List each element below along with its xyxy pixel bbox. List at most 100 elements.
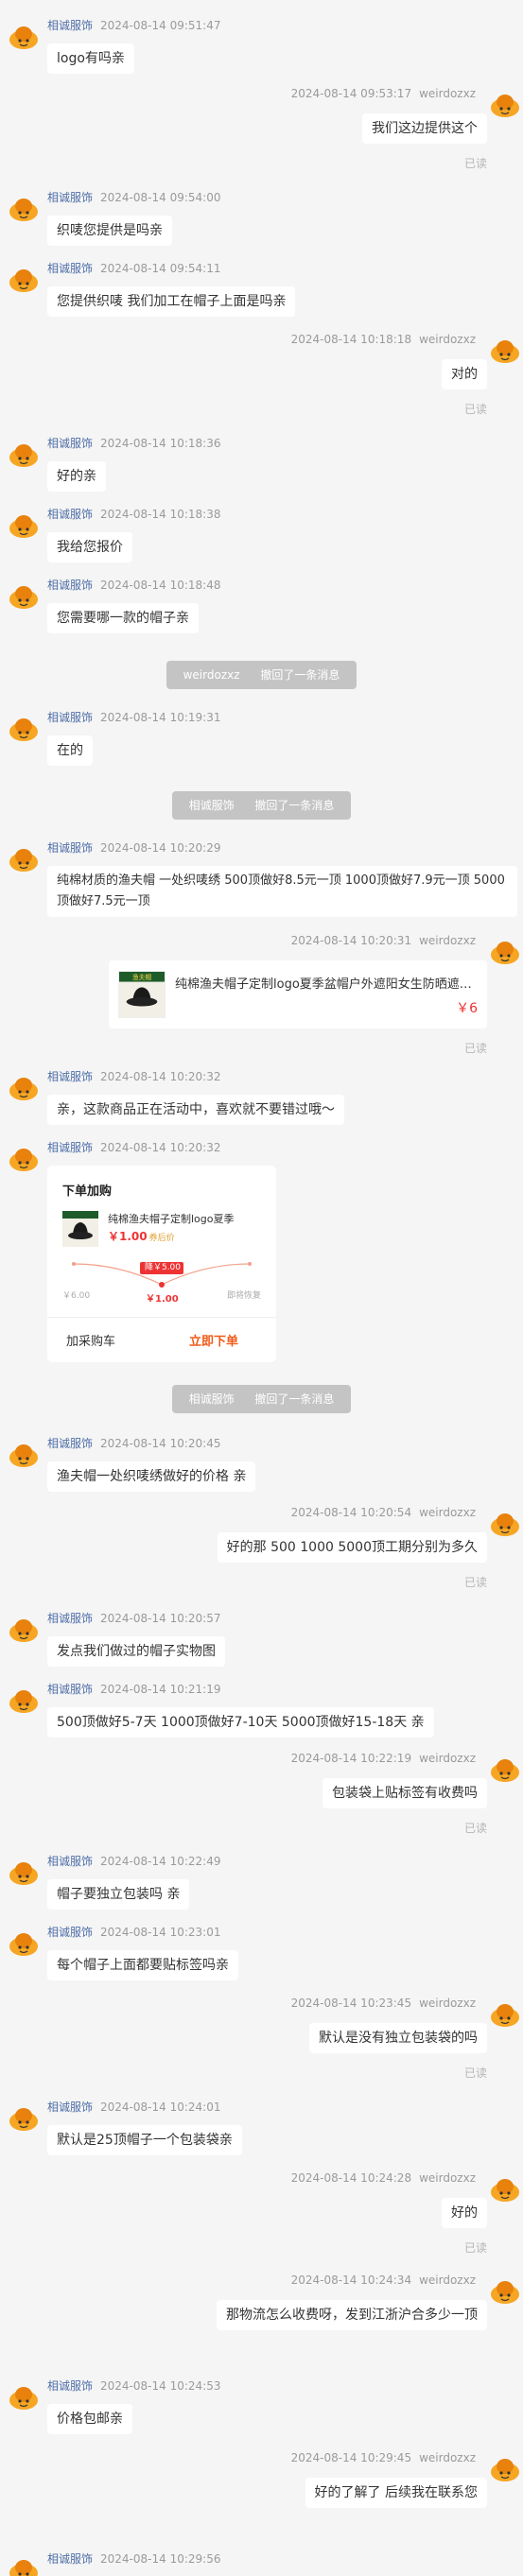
recall-actor: weirdozxz [174, 661, 249, 689]
shop-avatar[interactable] [8, 1439, 40, 1471]
timestamp: 2024-08-14 09:53:17 [290, 87, 412, 100]
message-bubble: 渔夫帽一处织唛绣做好的价格 亲 [47, 1461, 256, 1492]
customer-avatar[interactable] [489, 2173, 521, 2205]
hat-avatar-icon [491, 2281, 519, 2304]
sender-name: 相诚服饰 [47, 1141, 94, 1154]
add-to-cart-button[interactable]: 加采购车 [66, 1331, 115, 1349]
shop-avatar[interactable] [8, 1072, 40, 1104]
customer-avatar[interactable] [489, 1998, 521, 2031]
shop-avatar[interactable] [8, 713, 40, 745]
shop-avatar[interactable] [8, 2554, 40, 2576]
shop-avatar[interactable] [8, 510, 40, 542]
message-meta: 相诚服饰 2024-08-14 10:20:57 [47, 1610, 220, 1626]
message-bubble: 我给您报价 [47, 532, 132, 562]
product-card[interactable]: 渔夫帽 纯棉渔夫帽子定制logo夏季盆帽户外遮阳女生防晒遮阳... ￥6 [109, 960, 487, 1029]
customer-avatar[interactable] [489, 1508, 521, 1540]
sender-name: 相诚服饰 [47, 2379, 94, 2393]
message-meta: 2024-08-14 10:22:19 weirdozxz [291, 1752, 476, 1765]
sender-name: 相诚服饰 [47, 711, 94, 724]
customer-avatar[interactable] [489, 335, 521, 367]
timestamp: 2024-08-14 10:24:53 [100, 2379, 221, 2393]
sender-name: weirdozxz [419, 2273, 476, 2287]
message-bubble: 默认是25顶帽子一个包装袋亲 [47, 2125, 242, 2155]
message-bubble: 包装袋上贴标签有收费吗 [323, 1778, 487, 1808]
timestamp: 2024-08-14 10:18:18 [290, 333, 412, 346]
message-bubble: 默认是没有独立包装袋的吗 [309, 2023, 487, 2053]
shop-avatar[interactable] [8, 439, 40, 471]
shop-avatar[interactable] [8, 1614, 40, 1646]
shop-avatar[interactable] [8, 580, 40, 613]
order-thumbnail[interactable] [62, 1211, 98, 1247]
message-bubble: 亲，这款商品正在活动中，喜欢就不要错过哦～ [47, 1095, 344, 1125]
read-status: 已读 [463, 2066, 487, 2080]
sender-name: 相诚服饰 [47, 191, 94, 204]
hat-avatar-icon [9, 1690, 38, 1713]
message-meta: 2024-08-14 10:24:28 weirdozxz [291, 2171, 476, 2185]
timestamp: 2024-08-14 10:20:29 [100, 841, 221, 855]
message-meta: 相诚服饰 2024-08-14 10:22:49 [47, 1853, 220, 1869]
sender-name: weirdozxz [419, 2451, 476, 2464]
customer-avatar[interactable] [489, 936, 521, 968]
sender-name: 相诚服饰 [47, 579, 94, 592]
shop-avatar[interactable] [8, 1857, 40, 1889]
shop-avatar[interactable] [8, 1928, 40, 1960]
read-status: 已读 [463, 403, 487, 416]
order-price-tag: 券后价 [148, 1234, 175, 1243]
order-card-actions: 加采购车 立即下单 [47, 1317, 276, 1362]
hat-avatar-icon [9, 515, 38, 538]
sender-name: 相诚服饰 [47, 19, 94, 32]
message-meta: 相诚服饰 2024-08-14 10:18:36 [47, 435, 220, 451]
product-title[interactable]: 纯棉渔夫帽子定制logo夏季盆帽户外遮阳女生防晒遮阳... [175, 974, 478, 992]
customer-avatar[interactable] [489, 2275, 521, 2308]
timestamp: 2024-08-14 10:23:45 [290, 1997, 412, 2010]
sender-name: 相诚服饰 [47, 1855, 94, 1868]
sender-name: weirdozxz [419, 1752, 476, 1765]
message-meta: 相诚服饰 2024-08-14 10:20:32 [47, 1139, 220, 1155]
message-meta: 2024-08-14 10:20:54 weirdozxz [291, 1506, 476, 1519]
message-meta: 相诚服饰 2024-08-14 10:23:01 [47, 1924, 220, 1940]
sender-name: weirdozxz [419, 1997, 476, 2010]
buy-now-button[interactable]: 立即下单 [189, 1331, 238, 1349]
timestamp: 2024-08-14 10:22:49 [100, 1855, 221, 1868]
shop-avatar[interactable] [8, 21, 40, 53]
tier-right-label: 即将恢复 [226, 1291, 261, 1301]
product-thumbnail[interactable]: 渔夫帽 [118, 971, 166, 1018]
customer-avatar[interactable] [489, 1754, 521, 1786]
timestamp: 2024-08-14 10:19:31 [100, 711, 221, 724]
hat-avatar-icon [9, 1444, 38, 1467]
message-bubble: logo有吗亲 [47, 43, 134, 74]
sender-name: 相诚服饰 [47, 1070, 94, 1083]
tier-badge: 降￥5.00 [144, 1263, 182, 1272]
timestamp: 2024-08-14 10:20:45 [100, 1437, 221, 1450]
message-meta: 相诚服饰 2024-08-14 10:21:19 [47, 1681, 220, 1697]
shop-avatar[interactable] [8, 2102, 40, 2135]
sender-name: 相诚服饰 [47, 437, 94, 450]
sender-name: 相诚服饰 [47, 1437, 94, 1450]
shop-avatar[interactable] [8, 843, 40, 875]
message-bubble: 发点我们做过的帽子实物图 [47, 1636, 225, 1667]
timestamp: 2024-08-14 10:23:01 [100, 1926, 221, 1939]
sender-name: weirdozxz [419, 87, 476, 100]
read-status: 已读 [463, 1822, 487, 1835]
shop-avatar[interactable] [8, 2381, 40, 2413]
order-product-title[interactable]: 纯棉渔夫帽子定制logo夏季 [108, 1211, 269, 1226]
order-price: ￥1.00 券后价 [108, 1228, 175, 1244]
customer-avatar[interactable] [489, 89, 521, 121]
message-bubble: 每个帽子上面都要贴标签吗亲 [47, 1950, 238, 1980]
bucket-hat-image-icon [62, 1211, 98, 1247]
chat-transcript: 相诚服饰 2024-08-14 09:51:47 logo有吗亲 2024-08-… [0, 0, 523, 2576]
order-card-header: 下单加购 [62, 1184, 113, 1199]
shop-avatar[interactable] [8, 193, 40, 225]
shop-avatar[interactable] [8, 1143, 40, 1175]
sender-name: 相诚服饰 [47, 262, 94, 275]
order-card[interactable]: 下单加购 纯棉渔夫帽子定制logo夏季 ￥1.00 券后价 降￥5.00 ￥6.0… [47, 1166, 276, 1362]
timestamp: 2024-08-14 10:18:38 [100, 508, 221, 521]
hat-avatar-icon [9, 718, 38, 741]
shop-avatar[interactable] [8, 264, 40, 296]
shop-avatar[interactable] [8, 1685, 40, 1717]
sender-name: weirdozxz [419, 333, 476, 346]
sender-name: 相诚服饰 [47, 1612, 94, 1625]
hat-avatar-icon [9, 199, 38, 221]
customer-avatar[interactable] [489, 2453, 521, 2485]
order-price-value: ￥1.00 [108, 1230, 148, 1243]
